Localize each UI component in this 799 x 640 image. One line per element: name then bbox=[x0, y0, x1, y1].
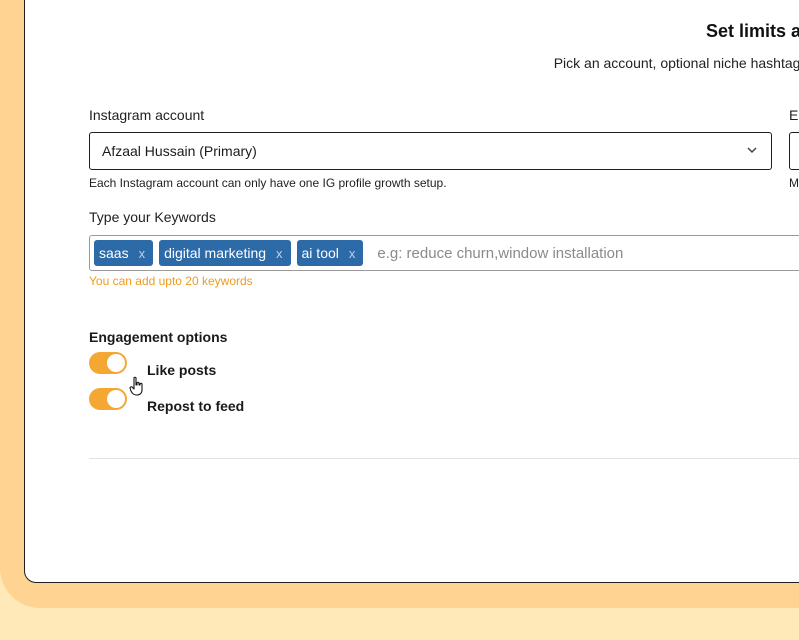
instagram-account-select[interactable]: Afzaal Hussain (Primary) bbox=[89, 132, 772, 170]
keywords-label: Type your Keywords bbox=[89, 209, 216, 225]
like-posts-toggle[interactable] bbox=[89, 352, 127, 374]
toggle-knob bbox=[107, 390, 125, 408]
keywords-help: You can add upto 20 keywords bbox=[89, 274, 253, 288]
setup-card: Set limits and Pick an account, optional… bbox=[24, 0, 799, 583]
remove-tag-icon[interactable]: x bbox=[276, 246, 283, 261]
keywords-input-box[interactable]: saas x digital marketing x ai tool x bbox=[89, 235, 799, 271]
page-subtitle: Pick an account, optional niche hashtags… bbox=[553, 55, 799, 71]
toggle-knob bbox=[107, 354, 125, 372]
right-field-input[interactable] bbox=[789, 132, 799, 170]
instagram-account-label: Instagram account bbox=[89, 107, 205, 123]
page-title: Set limits and bbox=[705, 21, 799, 41]
right-field-help: M bbox=[789, 176, 799, 190]
keyword-tag-label: saas bbox=[99, 245, 129, 261]
instagram-account-value: Afzaal Hussain (Primary) bbox=[102, 143, 257, 159]
section-divider bbox=[89, 458, 799, 459]
keyword-tag-label: ai tool bbox=[301, 245, 339, 261]
remove-tag-icon[interactable]: x bbox=[139, 246, 146, 261]
repost-to-feed-toggle[interactable] bbox=[89, 388, 127, 410]
pointer-hand-icon bbox=[129, 376, 143, 396]
instagram-account-help: Each Instagram account can only have one… bbox=[89, 176, 447, 190]
keyword-tag-label: digital marketing bbox=[164, 245, 267, 261]
remove-tag-icon[interactable]: x bbox=[349, 246, 356, 261]
repost-to-feed-label: Repost to feed bbox=[147, 398, 245, 414]
like-posts-label: Like posts bbox=[147, 362, 217, 378]
chevron-down-icon bbox=[747, 147, 757, 154]
engagement-options-title: Engagement options bbox=[89, 329, 228, 345]
keyword-tag: digital marketing x bbox=[159, 240, 291, 266]
keyword-tag: saas x bbox=[94, 240, 154, 266]
keywords-text-input[interactable] bbox=[375, 243, 780, 263]
right-field-label: En bbox=[789, 107, 799, 123]
keyword-tag: ai tool x bbox=[296, 240, 364, 266]
